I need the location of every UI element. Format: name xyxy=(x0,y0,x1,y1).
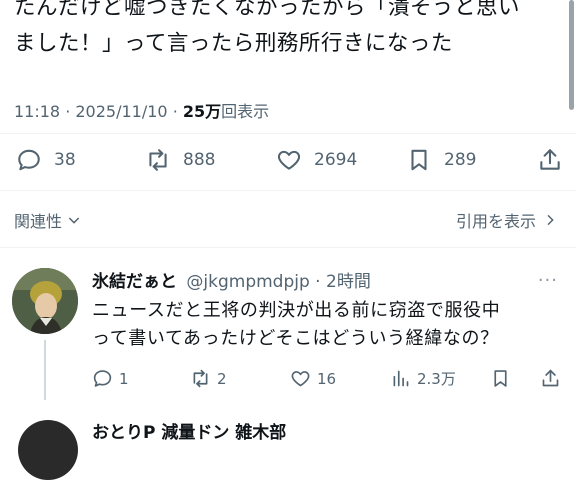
reply-share-button[interactable] xyxy=(540,368,561,389)
tweet-text-line: たんだけど嘘つきたくなかったから「潰そうと思い xyxy=(14,0,521,20)
reply-icon xyxy=(93,370,112,387)
reply-retweet-count: 2 xyxy=(217,369,227,388)
tweet-date[interactable]: 2025/11/10 xyxy=(75,102,167,121)
more-options-icon[interactable]: ··· xyxy=(538,270,558,291)
heart-icon xyxy=(277,150,301,170)
relevance-label: 関連性 xyxy=(14,212,63,231)
bookmark-icon xyxy=(494,370,507,387)
reply-handle[interactable]: @jkgmpmdpjp xyxy=(186,272,309,292)
reply-time[interactable]: 2時間 xyxy=(326,272,371,292)
quotes-label: 引用を表示 xyxy=(455,212,536,231)
reply-text-line: って書いてあったけどそこはどういう経緯なの？ xyxy=(92,328,499,349)
reply-like-count: 16 xyxy=(317,369,337,388)
divider xyxy=(0,133,576,134)
view-quotes-link[interactable]: 引用を表示 xyxy=(456,208,558,232)
retweet-icon xyxy=(149,149,167,171)
like-button[interactable]: 2694 xyxy=(276,147,357,173)
like-count: 2694 xyxy=(314,150,358,170)
avatar[interactable] xyxy=(18,420,78,480)
share-button[interactable] xyxy=(537,147,563,173)
share-icon xyxy=(542,369,559,387)
bookmark-button[interactable]: 289 xyxy=(406,147,476,173)
meta-separator: · xyxy=(65,102,76,121)
chevron-down-icon xyxy=(68,217,80,224)
chevron-right-icon xyxy=(547,214,554,226)
reply-count: 38 xyxy=(54,150,76,170)
bookmark-count: 289 xyxy=(444,150,477,170)
reply-icon xyxy=(18,149,40,171)
tweet-text-line: ました！」って言ったら刑務所行きになった xyxy=(14,31,453,56)
views-count: 25万 xyxy=(182,102,222,121)
tweet-text: たんだけど嘘つきたくなかったから「潰そうと思い ました！」って言ったら刑務所行き… xyxy=(14,0,564,62)
reply-text-line: ニュースだと王将の判決が出る前に窃盗で服役中 xyxy=(92,300,501,321)
bookmark-icon xyxy=(411,149,427,171)
divider xyxy=(0,190,576,191)
tweet-meta: 11:18 · 2025/11/10 · 25万回表示 xyxy=(14,98,269,122)
reply-views-count: 2.3万 xyxy=(417,370,456,388)
share-icon xyxy=(540,149,560,170)
meta-separator: · xyxy=(309,272,326,292)
avatar[interactable] xyxy=(12,268,78,334)
heart-icon xyxy=(291,371,310,387)
thread-line xyxy=(44,340,46,400)
reply-like-button[interactable]: 16 xyxy=(290,368,336,389)
reply-text: ニュースだと王将の判決が出る前に窃盗で服役中 って書いてあったけどそこはどういう… xyxy=(92,297,562,353)
retweet-button[interactable]: 888 xyxy=(145,147,215,173)
retweet-icon xyxy=(193,369,208,388)
reply-reply-button[interactable]: 1 xyxy=(92,368,129,389)
avatar-image xyxy=(12,268,78,334)
next-reply-display-name[interactable]: おとりP 減量ドン 雑木部 xyxy=(92,418,286,443)
views-label: 回表示 xyxy=(221,102,270,121)
reply-views-button[interactable]: 2.3万 xyxy=(390,368,456,389)
scrollbar[interactable] xyxy=(569,0,574,110)
meta-separator: · xyxy=(172,102,183,121)
reply-button[interactable]: 38 xyxy=(16,147,76,173)
divider xyxy=(0,247,576,248)
retweet-count: 888 xyxy=(183,150,216,170)
reply-bookmark-button[interactable] xyxy=(490,368,511,389)
tweet-time[interactable]: 11:18 xyxy=(14,102,60,121)
analytics-icon xyxy=(393,370,409,387)
reply-display-name[interactable]: 氷結だぁと xyxy=(92,272,177,292)
reply-header: 氷結だぁと @jkgmpmdpjp · 2時間 xyxy=(92,267,371,292)
sort-relevance-dropdown[interactable]: 関連性 xyxy=(14,208,82,232)
reply-reply-count: 1 xyxy=(119,369,129,388)
reply-retweet-button[interactable]: 2 xyxy=(190,368,227,389)
